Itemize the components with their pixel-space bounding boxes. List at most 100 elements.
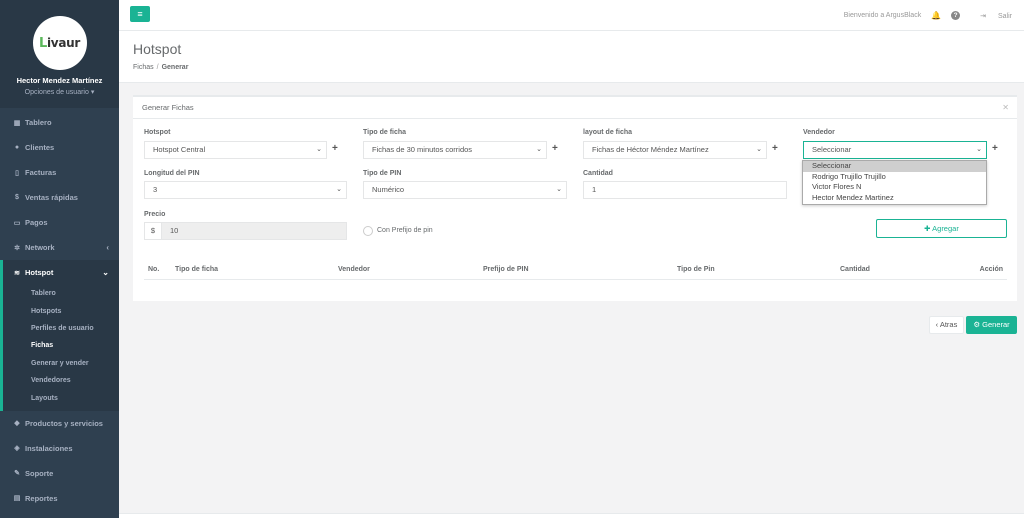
add-vendedor-plus-icon[interactable]: + — [992, 143, 998, 154]
vendedor-select-value: Seleccionar — [812, 145, 852, 154]
sidebar-subitem-tablero[interactable]: Tablero — [3, 285, 119, 302]
layout-select[interactable]: Fichas de Héctor Méndez Martínez ⌄ — [583, 141, 767, 159]
logout-label: Salir — [997, 12, 1012, 20]
wifi-icon: ≋ — [14, 269, 20, 277]
chevron-down-icon: ⌄ — [336, 186, 342, 193]
tipo-pin-select[interactable]: Numérico ⌄ — [363, 181, 567, 199]
vendedor-select[interactable]: Seleccionar ⌄ — [803, 141, 987, 159]
agregar-button[interactable]: ✚ Agregar — [876, 219, 1007, 238]
sidebar-subitem-layouts[interactable]: Layouts — [3, 389, 119, 406]
sidebar-subitem-generar-vender[interactable]: Generar y vender — [3, 355, 119, 372]
generar-button[interactable]: ⚙ Generar — [966, 316, 1017, 334]
sidebar-item-label: Soporte — [25, 468, 54, 478]
breadcrumb-generar: Generar — [161, 64, 189, 71]
vendedor-option[interactable]: Hector Mendez Martinez — [803, 193, 986, 204]
column-header: Prefijo de PIN — [483, 266, 529, 273]
cantidad-input[interactable]: 1 — [583, 181, 787, 199]
sidebar-item-instalaciones[interactable]: ◈ Instalaciones — [0, 436, 119, 461]
precio-label: Precio — [144, 211, 166, 218]
page-heading: Hotspot Fichas / Generar — [119, 31, 1024, 83]
sidebar: Livaur Hector Mendez Martínez Opciones d… — [0, 0, 119, 518]
add-hotspot-plus-icon[interactable]: + — [332, 143, 338, 154]
dollar-icon: $ — [15, 194, 19, 201]
sidebar-item-label: Productos y servicios — [25, 418, 103, 428]
bell-icon[interactable]: 🔔 — [931, 11, 941, 20]
currency-addon: $ — [144, 222, 162, 240]
profile-block: Livaur Hector Mendez Martínez Opciones d… — [0, 0, 119, 108]
wrench-icon: ◈ — [14, 445, 20, 453]
help-icon[interactable]: ? — [951, 11, 961, 20]
longitud-pin-label: Longitud del PIN — [144, 170, 200, 177]
sidebar-subitem-perfiles[interactable]: Perfiles de usuario — [3, 320, 119, 337]
column-header: Acción — [979, 266, 1003, 273]
user-options-label: Opciones de usuario — [24, 89, 89, 96]
footer — [119, 513, 1024, 518]
atras-label: Atras — [939, 320, 958, 329]
gear-icon: ⚙ — [973, 320, 981, 329]
vendedor-option[interactable]: Victor Flores N — [803, 182, 986, 193]
chevron-left-icon: ‹ — [106, 243, 109, 252]
hotspot-select-value: Hotspot Central — [153, 145, 206, 154]
logout-icon: ⇥ — [980, 12, 987, 20]
sidebar-item-tablero[interactable]: ▦ Tablero — [0, 110, 119, 135]
sidebar-item-label: Instalaciones — [25, 443, 73, 453]
vendedor-option[interactable]: Rodrigo Trujillo Trujillo — [803, 172, 986, 183]
tipo-ficha-select[interactable]: Fichas de 30 minutos corridos ⌄ — [363, 141, 547, 159]
precio-input: 10 — [161, 222, 347, 240]
layout-label: layout de ficha — [583, 129, 633, 136]
add-tipo-ficha-plus-icon[interactable]: + — [552, 143, 558, 154]
hamburger-icon: ≡ — [137, 9, 143, 19]
tipo-ficha-select-value: Fichas de 30 minutos corridos — [372, 145, 473, 154]
column-header: Tipo de Pin — [677, 266, 715, 273]
logo-leaf-letter: L — [39, 35, 47, 51]
money-icon: ▭ — [13, 219, 21, 227]
sidebar-subitem-hotspots[interactable]: Hotspots — [3, 302, 119, 319]
company-logo: Livaur — [32, 16, 87, 70]
sidebar-item-ventas-rapidas[interactable]: $ Ventas rápidas — [0, 185, 119, 210]
page-title: Hotspot — [133, 41, 182, 57]
hotspot-label: Hotspot — [144, 129, 171, 136]
atras-button[interactable]: ‹ Atras — [929, 316, 964, 334]
breadcrumb-fichas[interactable]: Fichas — [133, 64, 154, 71]
tipo-pin-value: Numérico — [372, 185, 405, 194]
cantidad-value: 1 — [592, 185, 597, 194]
vendedor-option[interactable]: Seleccionar — [803, 161, 986, 172]
sidebar-item-soporte[interactable]: ✎ Soporte — [0, 461, 119, 486]
chevron-down-icon: ⌄ — [316, 146, 322, 153]
sidebar-item-pagos[interactable]: ▭ Pagos — [0, 210, 119, 235]
generar-label: Generar — [982, 320, 1010, 329]
vendedor-dropdown-list: Seleccionar Rodrigo Trujillo Trujillo Vi… — [802, 160, 987, 205]
precio-value: 10 — [170, 226, 179, 235]
chevron-down-icon: ⌄ — [976, 146, 982, 153]
chevron-down-icon: ⌄ — [536, 146, 542, 153]
prefijo-pin-label: Con Prefijo de pin — [377, 227, 433, 234]
sidebar-item-network[interactable]: ✲ Network ‹ — [0, 235, 119, 260]
logout-link[interactable]: ⇥ Salir — [970, 12, 1012, 20]
chevron-left-icon: ‹ — [935, 320, 939, 329]
sidebar-item-clientes[interactable]: ● Clientes — [0, 135, 119, 160]
breadcrumb: Fichas / Generar — [133, 64, 189, 71]
column-header: Tipo de ficha — [175, 266, 219, 273]
user-options-toggle[interactable]: Opciones de usuario ▾ — [0, 88, 119, 96]
tipo-ficha-label: Tipo de ficha — [363, 129, 407, 136]
longitud-pin-value: 3 — [153, 185, 158, 194]
sidebar-subitem-vendedores[interactable]: Vendedores — [3, 372, 119, 389]
longitud-pin-select[interactable]: 3 ⌄ — [144, 181, 347, 199]
close-icon[interactable]: ✕ — [1002, 103, 1009, 112]
prefijo-pin-radio[interactable] — [363, 226, 373, 236]
dashboard-icon: ▦ — [13, 119, 21, 127]
hotspot-select[interactable]: Hotspot Central ⌄ — [144, 141, 327, 159]
sidebar-item-reportes[interactable]: ▤ Reportes — [0, 486, 119, 511]
sidebar-item-hotspot[interactable]: ≋ Hotspot ⌄ — [3, 260, 119, 285]
panel-title: Generar Fichas — [142, 103, 194, 112]
sidebar-item-facturas[interactable]: ▯ Facturas — [0, 160, 119, 185]
chevron-down-icon: ⌄ — [556, 186, 562, 193]
menu-toggle-button[interactable]: ≡ — [130, 6, 150, 22]
sidebar-item-label: Hotspot — [25, 268, 54, 277]
logo-text: ivaur — [46, 35, 80, 50]
sidebar-item-productos[interactable]: ◆ Productos y servicios — [0, 411, 119, 436]
layout-select-value: Fichas de Héctor Méndez Martínez — [592, 145, 709, 154]
plus-icon: ✚ — [924, 224, 931, 233]
sidebar-subitem-fichas[interactable]: Fichas — [3, 337, 119, 354]
add-layout-plus-icon[interactable]: + — [772, 143, 778, 154]
